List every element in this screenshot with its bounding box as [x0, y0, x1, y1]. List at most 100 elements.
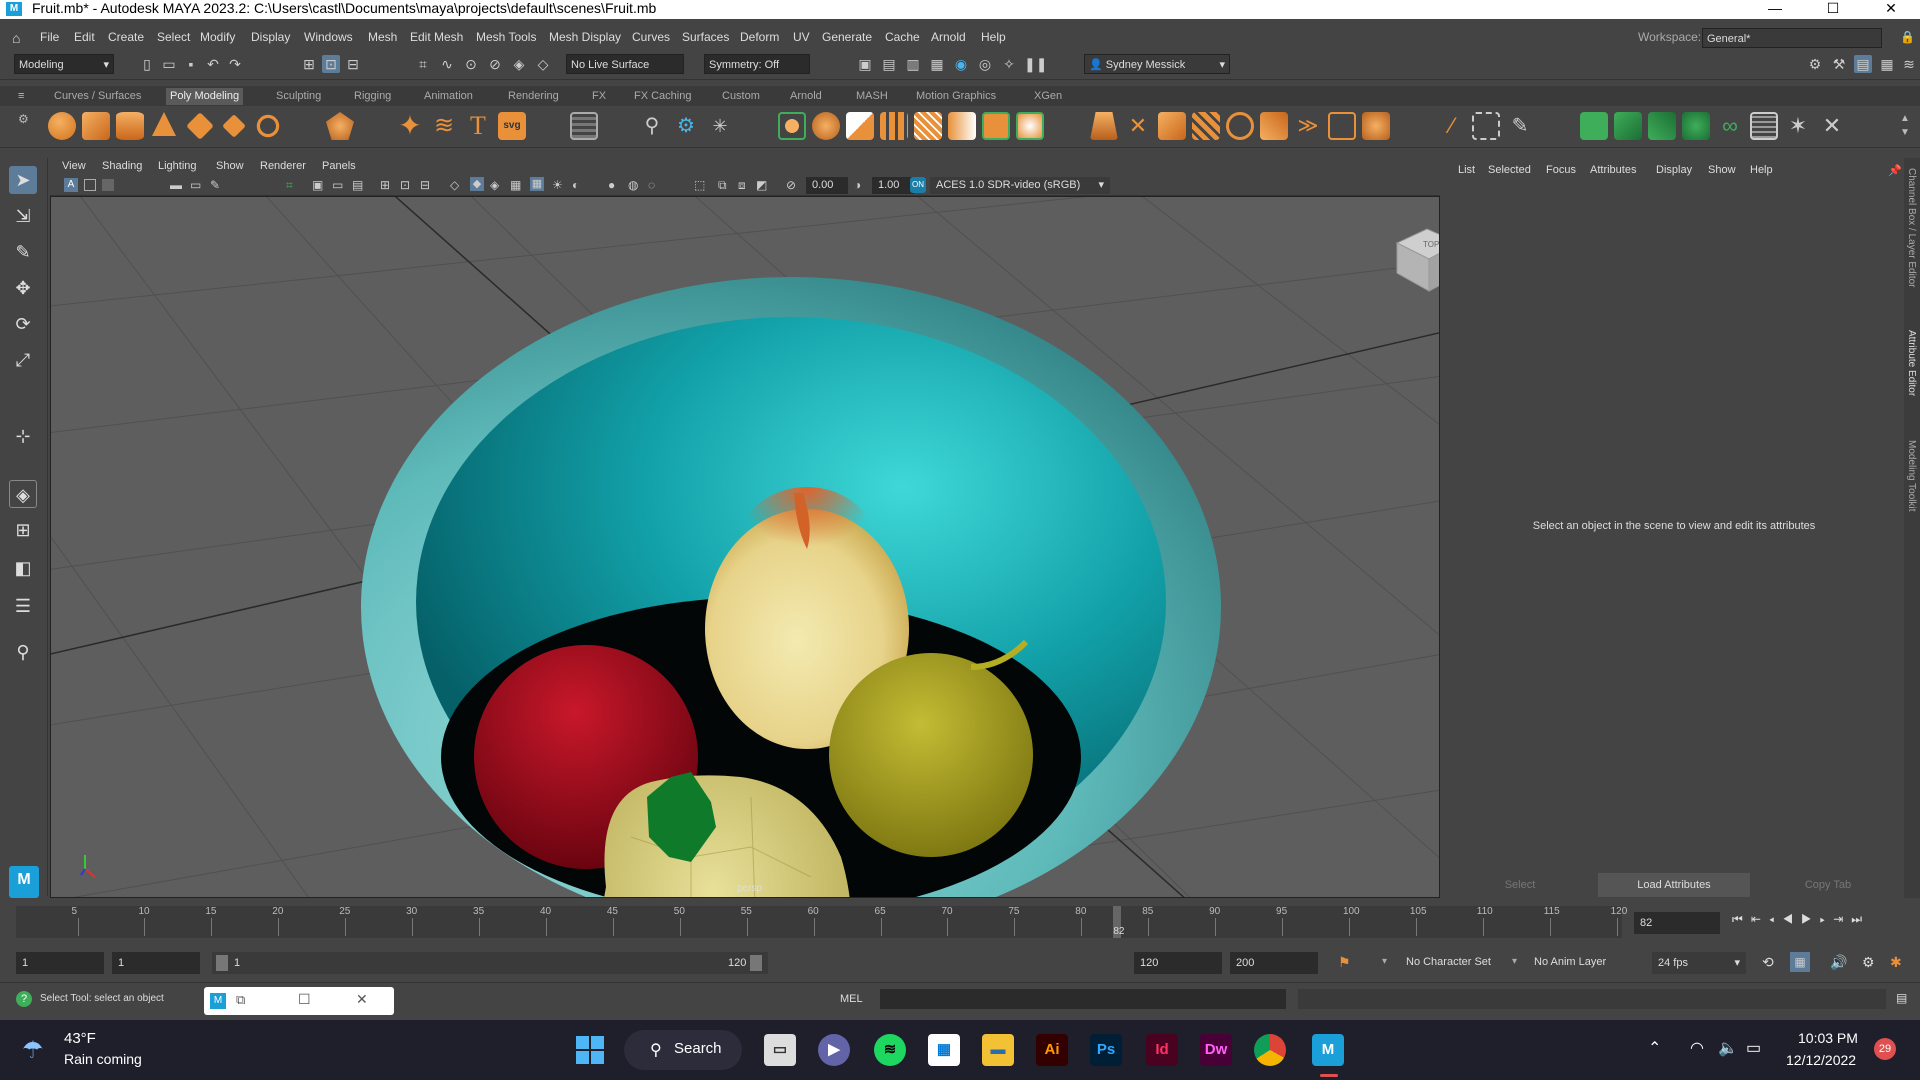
menu-mesh-display[interactable]: Mesh Display [549, 30, 621, 44]
snap-point-icon[interactable]: ⊙ [462, 55, 480, 73]
tool-settings-icon[interactable]: ▤ [1854, 55, 1872, 73]
2d-pan-zoom-icon[interactable]: ▭ [190, 178, 201, 192]
paint-icon[interactable]: ✎ [1506, 112, 1534, 140]
screen-space-ao-icon[interactable]: ◐ [572, 178, 579, 192]
extract-icon[interactable] [1158, 112, 1186, 140]
color-space-dropdown[interactable]: ACES 1.0 SDR-video (sRGB) ▾ [930, 177, 1110, 194]
weather-text[interactable]: Rain coming [64, 1051, 142, 1067]
photoshop-icon[interactable]: Ps [1090, 1034, 1122, 1066]
sound-icon[interactable]: 🔊 [1830, 954, 1847, 971]
edge-tool-icon[interactable]: ⁄ [1438, 112, 1466, 140]
vp-menu-panels[interactable]: Panels [322, 160, 356, 172]
two-view-layout-icon[interactable]: ◧ [9, 554, 37, 582]
menu-file[interactable]: File [40, 30, 59, 44]
color-management-icon[interactable]: ON [910, 177, 926, 193]
mirror-icon[interactable] [1362, 112, 1390, 140]
poly-disc-icon[interactable] [222, 114, 246, 138]
wedge-icon[interactable] [1260, 112, 1288, 140]
fps-dropdown[interactable]: 24 fps ▾ [1652, 952, 1746, 974]
render-settings-icon[interactable]: ▦ [928, 55, 946, 73]
insert-edge-loop-icon[interactable] [982, 112, 1010, 140]
target-weld-icon[interactable] [948, 112, 976, 140]
ae-menu-focus[interactable]: Focus [1546, 164, 1576, 176]
tab-modeling-toolkit[interactable]: Modeling Toolkit [1906, 440, 1917, 512]
menu-edit-mesh[interactable]: Edit Mesh [410, 30, 463, 44]
scene-end-field[interactable]: 200 [1230, 952, 1318, 974]
channel-box-icon[interactable]: ▦ [1878, 55, 1896, 73]
anim-layer-dropdown[interactable]: No Anim Layer [1534, 956, 1606, 968]
ipr-render-icon[interactable]: ▥ [904, 55, 922, 73]
extrude-icon[interactable] [778, 112, 806, 140]
poke-icon[interactable]: ≫ [1294, 112, 1322, 140]
menu-help[interactable]: Help [981, 30, 1006, 44]
separate-icon[interactable]: ⚙ [672, 112, 700, 140]
four-view-layout-icon[interactable]: ⊞ [9, 516, 37, 544]
pause-viewport-icon[interactable]: ❚❚ [1024, 55, 1047, 73]
ae-menu-list[interactable]: List [1458, 164, 1475, 176]
chrome-icon[interactable] [1254, 1034, 1286, 1066]
fill-hole-icon[interactable] [880, 112, 908, 140]
chevron-down-icon[interactable]: ▾ [1382, 956, 1387, 967]
isolate-select-icon[interactable]: ⬚ [694, 178, 705, 192]
menu-select[interactable]: Select [157, 30, 190, 44]
menu-uv[interactable]: UV [793, 30, 810, 44]
select-hierarchy-icon[interactable]: ⊞ [300, 55, 318, 73]
vp-menu-lighting[interactable]: Lighting [158, 160, 197, 172]
character-icon[interactable]: ✱ [1890, 954, 1902, 971]
lock-icon[interactable]: 🔒 [1900, 30, 1915, 44]
render-setup-icon[interactable]: ◎ [976, 55, 994, 73]
spotify-icon[interactable]: ≋ [874, 1034, 906, 1066]
rotate-tool-icon[interactable]: ⟳ [9, 310, 37, 338]
tab-fx[interactable]: FX [588, 88, 610, 105]
mesh-icon-1[interactable] [1580, 112, 1608, 140]
bevel-icon[interactable] [846, 112, 874, 140]
snap-curve-icon[interactable]: ∿ [438, 55, 456, 73]
motion-blur-icon[interactable]: ● [608, 178, 615, 192]
paint-select-tool-icon[interactable]: ✎ [9, 238, 37, 266]
vp-menu-show[interactable]: Show [216, 160, 244, 172]
redo-icon[interactable]: ↷ [226, 55, 244, 73]
safe-title-icon[interactable]: ⊟ [420, 178, 430, 192]
attribute-editor-icon[interactable]: ⚒ [1830, 55, 1848, 73]
scale-tool-icon[interactable]: ⤢ [9, 346, 37, 374]
poly-plane-icon[interactable] [186, 112, 214, 140]
layers-icon[interactable]: ≋ [1900, 55, 1918, 73]
character-set-dropdown[interactable]: No Character Set [1406, 956, 1491, 968]
multisample-aa-icon[interactable]: ◍ [628, 178, 638, 192]
ae-menu-attributes[interactable]: Attributes [1590, 164, 1636, 176]
tab-poly-modeling[interactable]: Poly Modeling [166, 88, 244, 105]
menu-display[interactable]: Display [251, 30, 290, 44]
playback-end-field[interactable]: 120 [1134, 952, 1222, 974]
range-bar[interactable]: 1 120 [212, 952, 768, 974]
xray-joints-icon[interactable]: ⧈ [738, 178, 746, 193]
offset-edge-loop-icon[interactable] [1016, 112, 1044, 140]
poly-cube-icon[interactable] [82, 112, 110, 140]
safe-action-icon[interactable]: ⊡ [400, 178, 410, 192]
wedge-face-icon[interactable] [1328, 112, 1356, 140]
tab-arnold[interactable]: Arnold [786, 88, 826, 105]
time-slider-track[interactable]: 5 10 15 20 25 30 35 40 45 50 55 60 65 70 75 80 85 90 95 100… [16, 906, 1627, 938]
wifi-icon[interactable]: ◠ [1690, 1038, 1704, 1058]
chevron-down-icon[interactable]: ▾ [1512, 956, 1517, 967]
use-all-lights-icon[interactable]: ▦ [530, 177, 544, 191]
mesh-icon-6[interactable] [1750, 112, 1778, 140]
playback-controls[interactable]: ⏮⇤◂◀▶▸⇥⏭ [1732, 912, 1870, 927]
auto-key-icon[interactable]: ⚑ [1338, 954, 1351, 971]
clock-date[interactable]: 12/12/2022 [1786, 1052, 1856, 1068]
select-object-icon[interactable]: ⊡ [322, 55, 340, 73]
menu-curves[interactable]: Curves [632, 30, 670, 44]
select-tool-icon[interactable]: ➤ [9, 166, 37, 194]
lasso-tool-icon[interactable]: ⇲ [9, 202, 37, 230]
hypershade-icon[interactable]: ◉ [952, 55, 970, 73]
tab-mash[interactable]: MASH [852, 88, 892, 105]
image-plane-icon[interactable]: ▬ [170, 178, 182, 192]
sweep-mesh-icon[interactable]: ≋ [430, 112, 458, 140]
teams-chat-icon[interactable]: ▶ [818, 1034, 850, 1066]
indesign-icon[interactable]: Id [1146, 1034, 1178, 1066]
play-backward-icon[interactable]: ◀ [1782, 912, 1801, 926]
ae-menu-selected[interactable]: Selected [1488, 164, 1531, 176]
loop-icon[interactable]: ⟲ [1762, 954, 1774, 971]
mesh-icon-2[interactable] [1614, 112, 1642, 140]
poly-sphere-icon[interactable] [48, 112, 76, 140]
field-chart-icon[interactable]: ⊞ [380, 178, 390, 192]
